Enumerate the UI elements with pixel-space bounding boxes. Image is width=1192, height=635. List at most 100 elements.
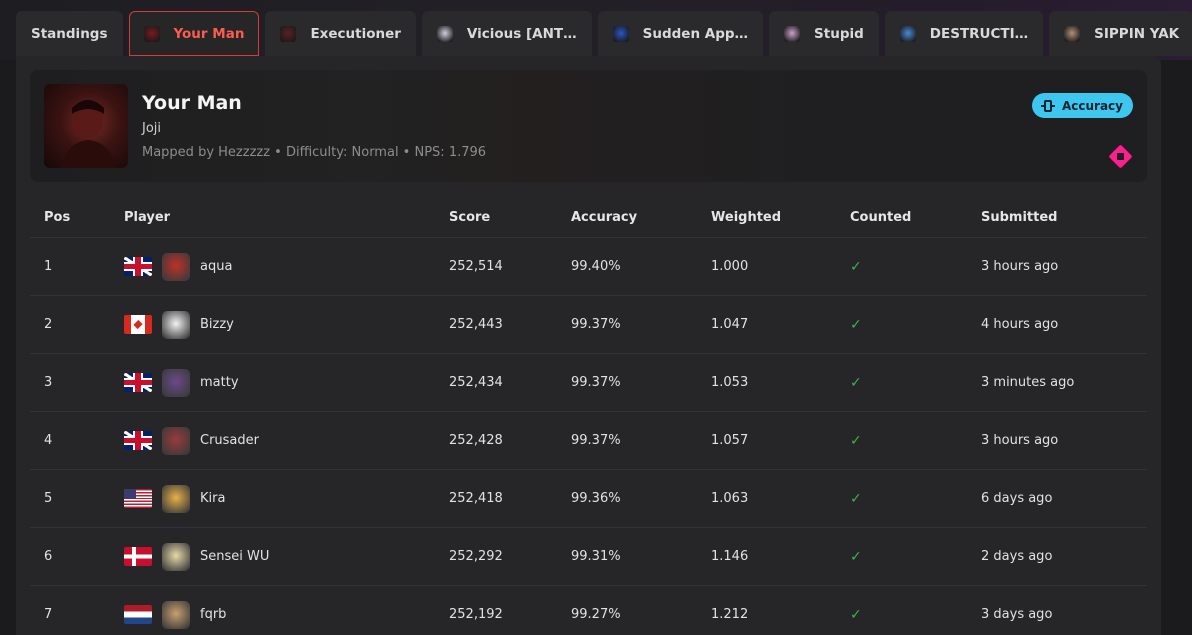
row-weighted: 1.000 [711, 259, 749, 274]
tab-executioner[interactable]: Executioner [265, 11, 416, 56]
table-row[interactable]: 2 Bizzy 252,443 99.37% 1.047 ✓ 4 hours ago [30, 296, 1147, 354]
song-cover-image [44, 84, 128, 168]
row-player[interactable]: Kira [124, 470, 225, 527]
row-submitted: 3 hours ago [981, 259, 1059, 274]
row-player[interactable]: Bizzy [124, 296, 234, 353]
player-name[interactable]: Kira [200, 491, 225, 506]
tab-label: SIPPIN YAK [1094, 25, 1180, 42]
row-accuracy: 99.37% [571, 317, 621, 332]
table-header: Pos Player Score Accuracy Weighted Count… [30, 198, 1147, 238]
header-player[interactable]: Player [124, 198, 170, 237]
check-icon: ✓ [850, 258, 862, 275]
row-accuracy: 99.31% [571, 549, 621, 564]
header-counted[interactable]: Counted [850, 198, 911, 237]
accuracy-badge-label: Accuracy [1061, 98, 1123, 113]
tab-destructi[interactable]: DESTRUCTI… [884, 11, 1044, 56]
table-row[interactable]: 6 Sensei WU 252,292 99.31% 1.146 ✓ 2 days ago [30, 528, 1147, 586]
player-name[interactable]: Crusader [200, 433, 259, 448]
player-name[interactable]: Sensei WU [200, 549, 269, 564]
player-avatar[interactable] [162, 368, 190, 397]
row-score: 252,192 [449, 607, 503, 622]
header-score[interactable]: Score [449, 198, 490, 237]
check-icon: ✓ [850, 490, 862, 507]
player-avatar[interactable] [162, 252, 190, 281]
row-player[interactable]: matty [124, 354, 239, 411]
row-pos: 1 [44, 259, 53, 274]
row-weighted: 1.146 [711, 549, 749, 564]
row-player[interactable]: aqua [124, 238, 232, 295]
player-name[interactable]: aqua [200, 259, 232, 274]
tab-label: Executioner [310, 25, 401, 42]
tab-vicious-ant[interactable]: Vicious [ANT… [421, 11, 592, 56]
row-score: 252,292 [449, 549, 503, 564]
tab-label: Stupid [814, 25, 864, 42]
header-pos[interactable]: Pos [44, 198, 70, 237]
row-accuracy: 99.37% [571, 375, 621, 390]
row-player[interactable]: fqrb [124, 586, 226, 635]
sippin-yak-cover-icon [1064, 25, 1081, 42]
player-avatar[interactable] [162, 426, 190, 455]
vicious-cover-icon [436, 25, 453, 42]
destruction-cover-icon [899, 25, 916, 42]
check-icon: ✓ [850, 548, 862, 565]
header-weighted[interactable]: Weighted [711, 198, 781, 237]
check-icon: ✓ [850, 316, 862, 333]
row-submitted: 3 days ago [981, 607, 1053, 622]
table-row[interactable]: 7 fqrb 252,192 99.27% 1.212 ✓ 3 days ago [30, 586, 1147, 635]
table-row[interactable]: 1 aqua 252,514 99.40% 1.000 ✓ 3 hours ago [30, 238, 1147, 296]
row-pos: 7 [44, 607, 53, 622]
row-score: 252,428 [449, 433, 503, 448]
tab-sippin-yak[interactable]: SIPPIN YAK [1049, 11, 1192, 56]
flag-gb-icon [124, 431, 152, 450]
row-pos: 3 [44, 375, 53, 390]
check-icon: ✓ [850, 374, 862, 391]
row-pos: 4 [44, 433, 53, 448]
row-weighted: 1.047 [711, 317, 749, 332]
row-player[interactable]: Sensei WU [124, 528, 269, 585]
row-player[interactable]: Crusader [124, 412, 259, 469]
tab-label: Your Man [173, 25, 245, 42]
row-accuracy: 99.37% [571, 433, 621, 448]
row-submitted: 3 minutes ago [981, 375, 1075, 390]
player-avatar[interactable] [162, 310, 190, 339]
flag-us-icon [124, 489, 152, 508]
flag-gb-icon [124, 373, 152, 392]
header-submitted[interactable]: Submitted [981, 198, 1057, 237]
stupid-cover-icon [784, 25, 801, 42]
row-pos: 5 [44, 491, 53, 506]
map-tabs: Standings Your Man Executioner Vicious [ANT… [16, 11, 1192, 56]
leaderboard-panel: Your Man Joji Mapped by Hezzzzz • Diffic… [16, 56, 1161, 635]
song-artist: Joji [142, 121, 162, 136]
tab-sudden-app[interactable]: Sudden App… [597, 11, 764, 56]
check-icon: ✓ [850, 606, 862, 623]
row-weighted: 1.053 [711, 375, 749, 390]
row-submitted: 4 hours ago [981, 317, 1059, 332]
player-name[interactable]: matty [200, 375, 239, 390]
player-avatar[interactable] [162, 542, 190, 571]
row-accuracy: 99.27% [571, 607, 621, 622]
table-row[interactable]: 4 Crusader 252,428 99.37% 1.057 ✓ 3 hours ago [30, 412, 1147, 470]
row-submitted: 3 hours ago [981, 433, 1059, 448]
player-name[interactable]: fqrb [200, 607, 226, 622]
row-submitted: 2 days ago [981, 549, 1053, 564]
player-avatar[interactable] [162, 484, 190, 513]
flag-ca-icon [124, 315, 152, 334]
row-score: 252,443 [449, 317, 503, 332]
song-meta: Mapped by Hezzzzz • Difficulty: Normal •… [142, 145, 487, 160]
player-avatar[interactable] [162, 600, 190, 629]
sudden-cover-icon [612, 25, 629, 42]
song-title: Your Man [142, 92, 242, 114]
header-accuracy[interactable]: Accuracy [571, 198, 637, 237]
tab-stupid[interactable]: Stupid [769, 11, 879, 56]
player-name[interactable]: Bizzy [200, 317, 234, 332]
table-body: 1 aqua 252,514 99.40% 1.000 ✓ 3 hours ago 2 Bizz… [30, 238, 1147, 635]
song-card: Your Man Joji Mapped by Hezzzzz • Diffic… [30, 70, 1147, 182]
row-pos: 2 [44, 317, 53, 332]
table-row[interactable]: 3 matty 252,434 99.37% 1.053 ✓ 3 minutes ago [30, 354, 1147, 412]
accuracy-badge[interactable]: Accuracy [1031, 93, 1133, 118]
tab-standings[interactable]: Standings [16, 11, 123, 56]
row-weighted: 1.057 [711, 433, 749, 448]
executioner-cover-icon [280, 25, 297, 42]
tab-your-man[interactable]: Your Man [128, 11, 260, 56]
table-row[interactable]: 5 Kira 252,418 99.36% 1.063 ✓ 6 days ago [30, 470, 1147, 528]
